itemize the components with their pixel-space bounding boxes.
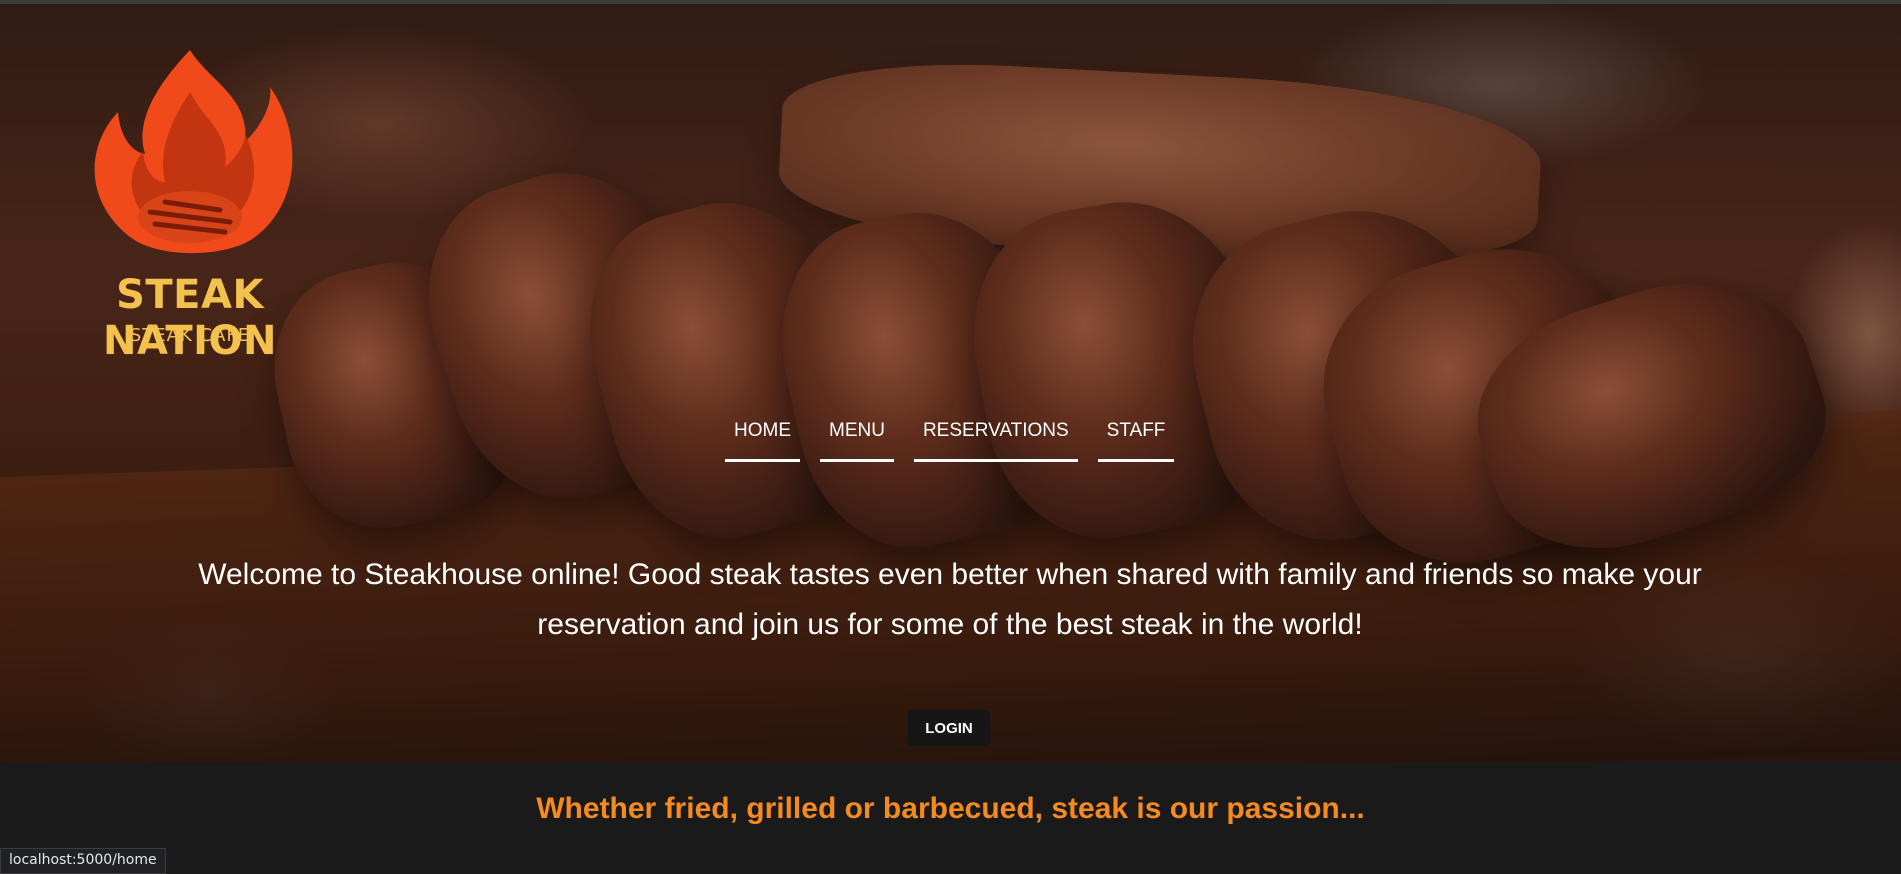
brand-logo[interactable]: STEAK NATION STEAK CAFE bbox=[40, 42, 340, 364]
flame-steak-icon bbox=[94, 50, 293, 254]
passion-tagline: Whether fried, grilled or barbecued, ste… bbox=[536, 792, 1365, 825]
welcome-message: Welcome to Steakhouse online! Good steak… bbox=[198, 558, 1702, 641]
nav-staff-link[interactable]: STAFF bbox=[1097, 416, 1175, 462]
brand-tagline: STEAK CAFE bbox=[129, 325, 251, 346]
login-button[interactable]: LOGIN bbox=[908, 710, 990, 746]
nav-menu-link[interactable]: MENU bbox=[820, 416, 894, 462]
passion-section: Whether fried, grilled or barbecued, ste… bbox=[0, 762, 1901, 874]
brand-name: STEAK NATION bbox=[103, 272, 277, 364]
nav-home-link[interactable]: HOME bbox=[725, 416, 800, 462]
nav-reservations-link[interactable]: RESERVATIONS bbox=[913, 416, 1078, 462]
status-bar-url: localhost:5000/home bbox=[0, 848, 166, 874]
main-navigation: HOME MENU RESERVATIONS STAFF bbox=[725, 416, 1175, 462]
hero-banner: STEAK NATION STEAK CAFE HOME MENU RESERV… bbox=[0, 4, 1901, 762]
